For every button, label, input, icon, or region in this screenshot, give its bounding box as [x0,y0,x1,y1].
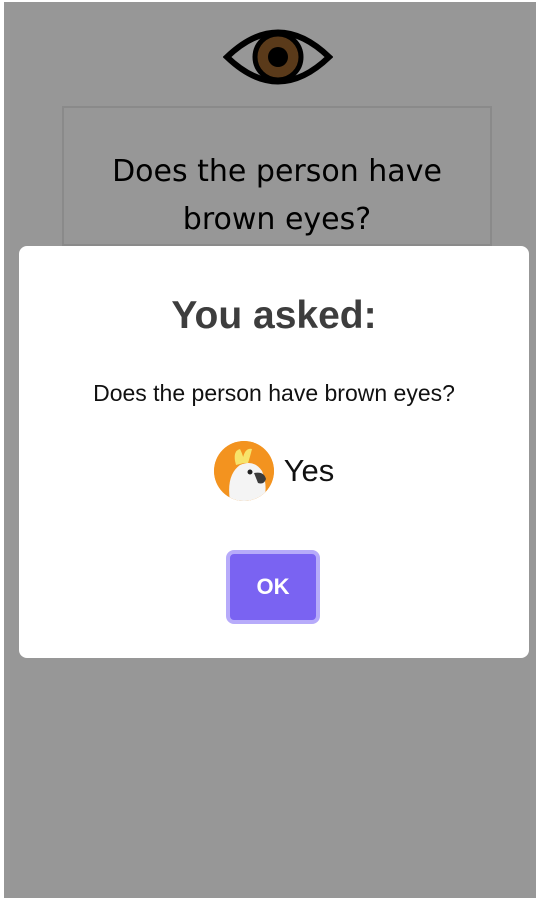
device-frame: Does the person have brown eyes? You ask… [0,0,540,900]
cockatoo-avatar-icon [213,441,274,501]
answer-text: Yes [283,453,335,488]
question-card: Does the person have brown eyes? [62,106,492,246]
answer-modal: You asked: Does the person have brown ey… [19,246,529,658]
ok-button[interactable]: OK [226,550,320,624]
modal-question-text: Does the person have brown eyes? [93,380,455,406]
eye-icon [223,29,333,85]
answer-row: Yes [19,440,529,502]
question-card-text: Does the person have brown eyes? [112,154,442,237]
modal-title: You asked: [171,294,377,337]
